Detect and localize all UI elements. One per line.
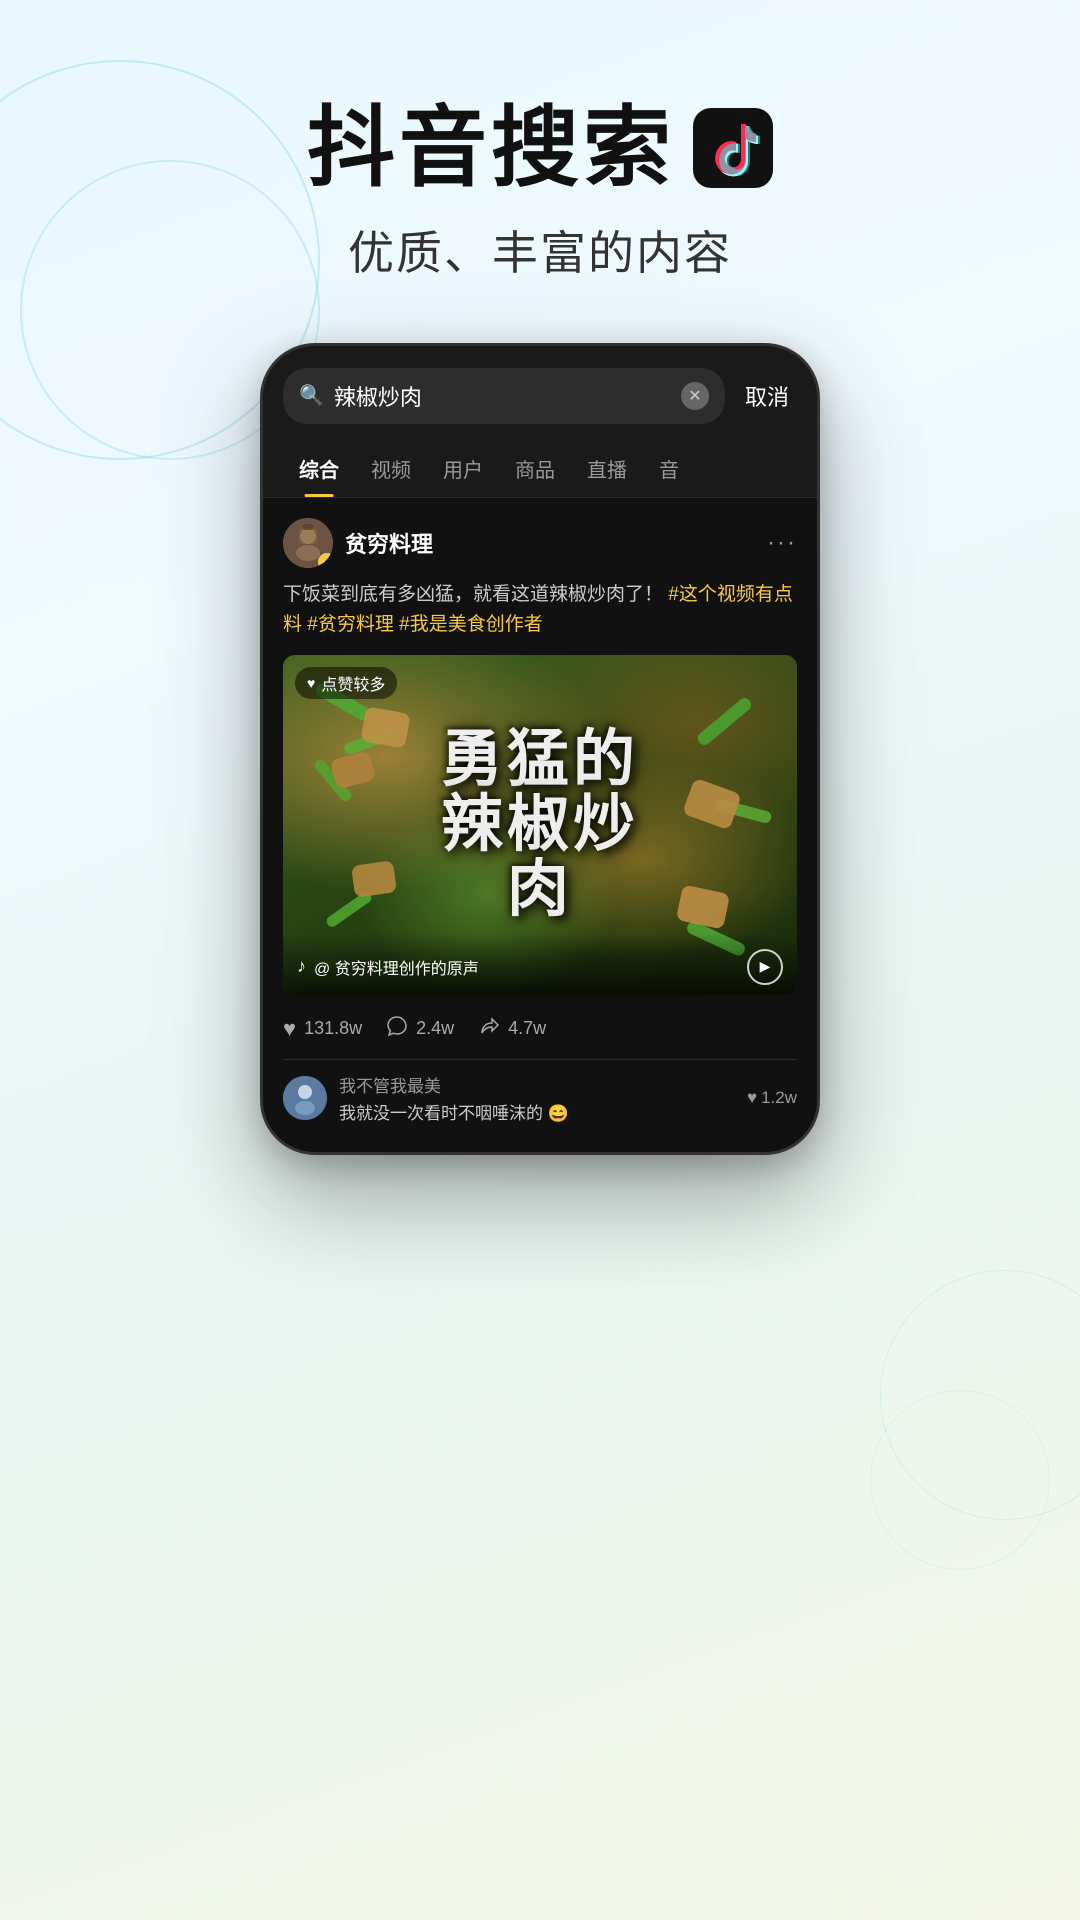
shares-count: 4.7w	[508, 1018, 546, 1039]
video-container[interactable]: ♥ 点赞较多 勇猛的辣椒炒肉 ♪ @ 贫穷料理创作的原声	[283, 655, 797, 995]
title-text: 抖音搜索	[307, 100, 675, 197]
verified-badge-icon	[318, 553, 333, 568]
user-info: 贫穷料理	[283, 518, 433, 568]
likes-count: 131.8w	[304, 1018, 362, 1039]
tab-bar: 综合 视频 用户 商品 直播 音	[263, 440, 817, 498]
tab-comprehensive[interactable]: 综合	[283, 440, 355, 497]
share-icon	[478, 1015, 500, 1043]
stat-likes[interactable]: ♥ 131.8w	[283, 1016, 362, 1042]
tab-user[interactable]: 用户	[427, 440, 499, 497]
search-icon: 🔍	[299, 383, 324, 408]
music-info-text: @ 贫穷料理创作的原声	[314, 955, 479, 979]
tiktok-logo-icon	[693, 108, 773, 188]
bg-decoration-circle-4	[870, 1390, 1050, 1570]
commenter-avatar	[283, 1076, 327, 1120]
stat-shares[interactable]: 4.7w	[478, 1015, 546, 1043]
comment-likes: ♥ 1.2w	[747, 1088, 797, 1108]
post-desc-text: 下饭菜到底有多凶猛，就看这道辣椒炒肉了！	[283, 584, 663, 605]
commenter-username: 我不管我最美	[339, 1072, 735, 1097]
play-icon: ▶	[760, 958, 771, 975]
comment-content: 我不管我最美 我就没一次看时不咽唾沫的 😄	[339, 1072, 735, 1124]
cancel-button[interactable]: 取消	[737, 380, 797, 412]
likes-badge: ♥ 点赞较多	[295, 667, 397, 699]
comments-count: 2.4w	[416, 1018, 454, 1039]
engagement-stats: ♥ 131.8w 2.4w	[283, 1011, 797, 1059]
hashtag-3[interactable]: #我是美食创作者	[399, 614, 543, 635]
video-thumbnail: ♥ 点赞较多 勇猛的辣椒炒肉 ♪ @ 贫穷料理创作的原声	[283, 655, 797, 995]
phone-mockup: 🔍 辣椒炒肉 ✕ 取消 综合 视频 用户 商品 直播	[260, 343, 820, 1155]
music-note-icon: ♪	[297, 956, 306, 977]
post-description: 下饭菜到底有多凶猛，就看这道辣椒炒肉了！ #这个视频有点料 #贫穷料理 #我是美…	[283, 580, 797, 641]
comment-text: 我就没一次看时不咽唾沫的 😄	[339, 1099, 735, 1124]
header-section: 抖音搜索 优质、丰富的内容	[0, 0, 1080, 343]
hashtag-2[interactable]: #贫穷料理	[307, 614, 394, 635]
post-header: 贫穷料理 ···	[283, 518, 797, 568]
search-input-container[interactable]: 🔍 辣椒炒肉 ✕	[283, 368, 725, 424]
comment-preview: 我不管我最美 我就没一次看时不咽唾沫的 😄 ♥ 1.2w	[283, 1059, 797, 1132]
clear-icon: ✕	[688, 386, 701, 406]
comment-likes-count: 1.2w	[761, 1088, 797, 1108]
comment-heart-icon: ♥	[747, 1088, 757, 1108]
page-title: 抖音搜索	[0, 100, 1080, 197]
play-button[interactable]: ▶	[747, 949, 783, 985]
heart-icon-small: ♥	[307, 675, 315, 691]
search-query-text: 辣椒炒肉	[334, 380, 671, 412]
clear-search-button[interactable]: ✕	[681, 382, 709, 410]
tab-video[interactable]: 视频	[355, 440, 427, 497]
video-bottom-bar: ♪ @ 贫穷料理创作的原声 ▶	[283, 933, 797, 995]
content-area: 贫穷料理 ··· 下饭菜到底有多凶猛，就看这道辣椒炒肉了！ #这个视频有点料 #…	[263, 498, 817, 1152]
tab-product[interactable]: 商品	[499, 440, 571, 497]
subtitle: 优质、丰富的内容	[0, 217, 1080, 283]
comment-icon	[386, 1015, 408, 1043]
search-bar-area: 🔍 辣椒炒肉 ✕ 取消	[263, 346, 817, 440]
phone-wrapper: 🔍 辣椒炒肉 ✕ 取消 综合 视频 用户 商品 直播	[0, 343, 1080, 1155]
video-calligraphy-text: 勇猛的辣椒炒肉	[441, 727, 639, 922]
likes-badge-text: 点赞较多	[321, 671, 385, 695]
tab-live[interactable]: 直播	[571, 440, 643, 497]
post-username[interactable]: 贫穷料理	[345, 527, 433, 559]
heart-icon: ♥	[283, 1016, 296, 1042]
stat-comments[interactable]: 2.4w	[386, 1015, 454, 1043]
avatar	[283, 518, 333, 568]
more-options-icon[interactable]: ···	[767, 529, 797, 557]
tab-audio[interactable]: 音	[643, 440, 695, 497]
music-info: ♪ @ 贫穷料理创作的原声	[297, 955, 479, 979]
